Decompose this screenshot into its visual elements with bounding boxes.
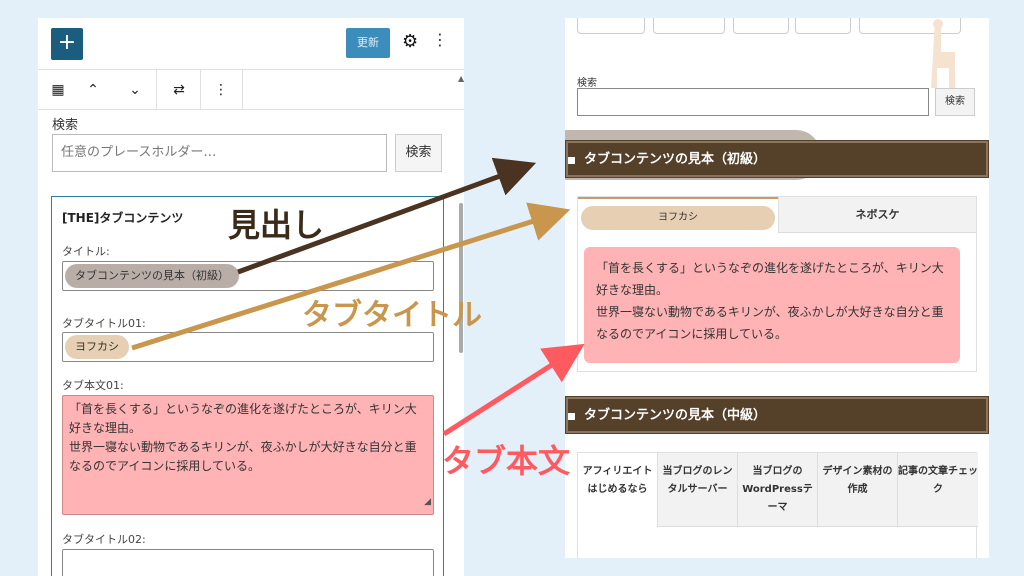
collapse-caret-icon: ▲ [458, 74, 464, 83]
preview-search-label: 検索 [577, 78, 597, 89]
heading-2-text: タブコンテンツの見本（中級） [584, 408, 767, 423]
annotation-tab-title: タブタイトル [302, 298, 482, 333]
gear-icon[interactable]: ⚙ [402, 32, 418, 52]
tab-body-01-textarea[interactable]: 「首を長くする」というなぞの進化を遂げたところが、キリン大好きな理由。 世界一寝… [62, 395, 434, 515]
tag-chip[interactable] [733, 18, 789, 34]
tab2-item[interactable]: 当ブログのレンタルサーバー [658, 453, 738, 527]
heading-square-icon [568, 157, 575, 164]
tab-content-line-1: 「首を長くする」というなぞの進化を遂げたところが、キリン大好きな理由。 [596, 261, 944, 297]
tab-nebosuke[interactable]: ネボスケ [778, 197, 976, 233]
editor-top-toolbar: + 更新 ⚙ ⋮ [38, 18, 464, 70]
preview-heading-2: タブコンテンツの見本（中級） [565, 396, 989, 434]
transform-icon[interactable]: ⇄ [162, 70, 196, 110]
resize-handle-icon[interactable]: ◢ [424, 493, 431, 512]
tab2-item[interactable]: デザイン素材の作成 [818, 453, 898, 527]
block-title: [THE]タブコンテンツ [62, 211, 184, 225]
options-menu-icon[interactable]: ⋮ [432, 30, 448, 50]
tab-title-01-label: タブタイトル01: [62, 317, 146, 330]
tag-chip[interactable] [577, 18, 645, 34]
tab-content-line-2: 世界一寝ない動物であるキリンが、夜ふかしが大好きな自分と重なるのでアイコンに採用… [596, 305, 944, 341]
annotation-tab-body: タブ本文 [442, 442, 571, 480]
tab-body-line-2: 世界一寝ない動物であるキリンが、夜ふかしが大好きな自分と重なるのでアイコンに採用… [69, 440, 417, 473]
add-block-button[interactable]: + [51, 28, 83, 60]
search-button[interactable]: 検索 [395, 134, 442, 172]
tab-yofukashi-label: ヨフカシ [581, 206, 775, 230]
title-value-highlight: タブコンテンツの見本（初級） [65, 264, 239, 288]
giraffe-decoration-icon [931, 19, 955, 88]
heading-1-text: タブコンテンツの見本（初級） [584, 152, 767, 167]
heading-square-icon [568, 413, 575, 420]
toolbar-divider [200, 70, 201, 110]
preview-heading-1: タブコンテンツの見本（初級） [565, 140, 989, 178]
tab-title-01-highlight: ヨフカシ [65, 335, 129, 359]
tab-title-01-field[interactable]: ヨフカシ [62, 332, 434, 362]
preview-tabs-2: アフィリエイトはじめるなら 当ブログのレンタルサーバー 当ブログのWordPre… [577, 452, 978, 558]
tab-body-line-1: 「首を長くする」というなぞの進化を遂げたところが、キリン大好きな理由。 [69, 402, 417, 435]
search-placeholder-input[interactable]: 任意のプレースホルダー… [52, 134, 387, 172]
tab2-item[interactable]: 記事の文章チェック [898, 453, 978, 527]
preview-search-input[interactable] [577, 88, 929, 116]
frontend-preview-panel: 検索 検索 タブコンテンツの見本（初級） ヨフカシ ネボスケ 「首を長くする」と… [565, 18, 989, 558]
tab2-item[interactable]: アフィリエイトはじめるなら [578, 453, 658, 527]
preview-search-button[interactable]: 検索 [935, 88, 975, 116]
tag-chip[interactable] [653, 18, 725, 34]
title-field[interactable]: タブコンテンツの見本（初級） [62, 261, 434, 291]
toolbar-divider [242, 70, 243, 110]
chevron-up-icon[interactable]: ⌃ [78, 70, 108, 110]
title-field-label: タイトル: [62, 245, 110, 258]
update-button[interactable]: 更新 [346, 28, 390, 58]
tab-title-02-field[interactable] [62, 549, 434, 576]
tab2-item[interactable]: 当ブログのWordPressテーマ [738, 453, 818, 527]
annotation-heading: 見出し [228, 206, 325, 244]
search-label: 検索 [52, 118, 79, 133]
calendar-icon[interactable]: ▦ [42, 70, 74, 110]
tag-chip[interactable] [795, 18, 851, 34]
block-toolbar: ▦ ⌃ ⌄ ⇄ ⋮ [38, 70, 464, 110]
toolbar-divider [156, 70, 157, 110]
tab-yofukashi[interactable]: ヨフカシ [578, 197, 778, 233]
tab-content-panel: 「首を長くする」というなぞの進化を遂げたところが、キリン大好きな理由。 世界一寝… [584, 247, 960, 363]
tab-title-02-label: タブタイトル02: [62, 533, 146, 546]
chevron-down-icon[interactable]: ⌄ [120, 70, 150, 110]
preview-tabs: ヨフカシ ネボスケ 「首を長くする」というなぞの進化を遂げたところが、キリン大好… [577, 196, 977, 372]
more-options-icon[interactable]: ⋮ [206, 70, 236, 110]
tab-body-01-label: タブ本文01: [62, 379, 124, 392]
tab-content-block[interactable]: [THE]タブコンテンツ タイトル: タブコンテンツの見本（初級） タブタイトル… [51, 196, 444, 576]
